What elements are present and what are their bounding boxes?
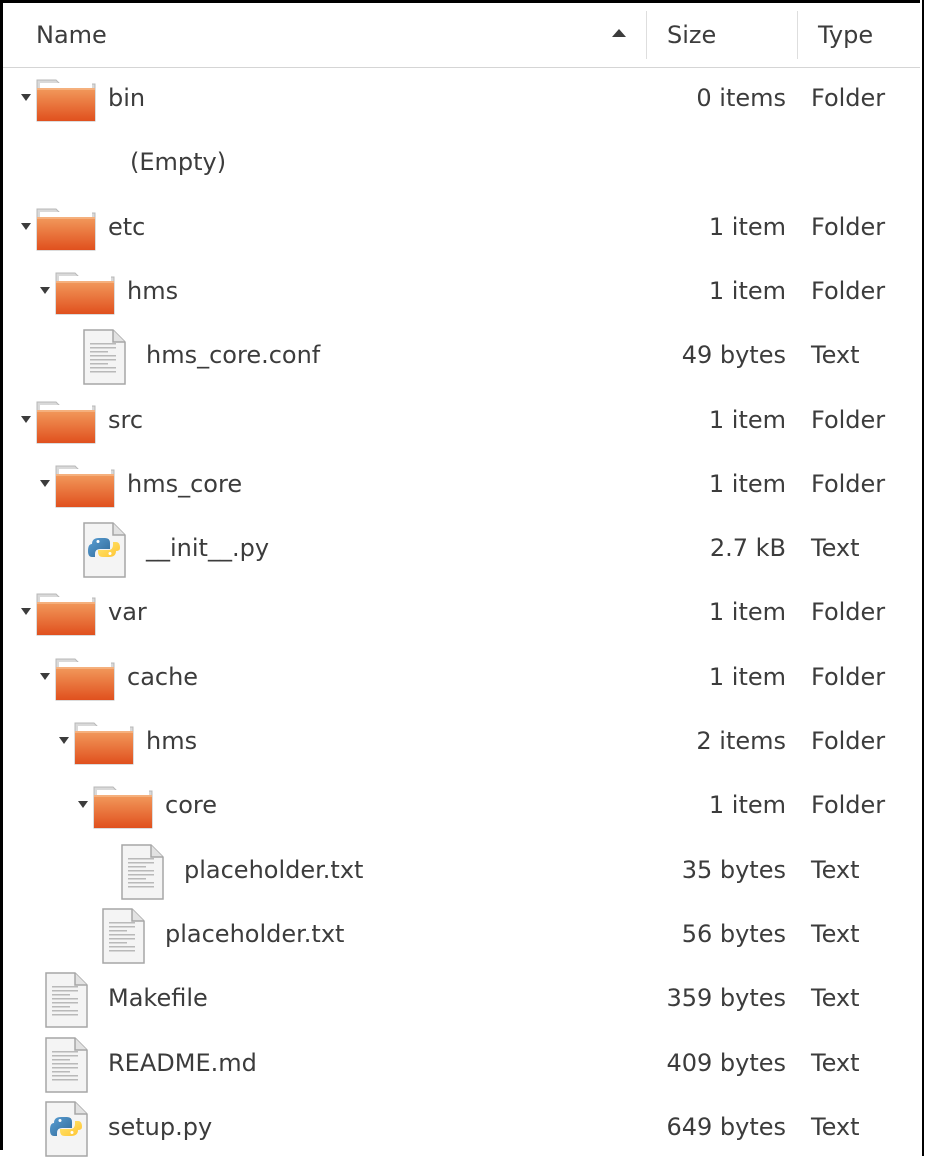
file-size: 2 items [696,727,786,755]
column-header-name[interactable]: Name [36,3,107,67]
file-name: __init__.py [146,534,270,563]
file-size: 1 item [708,276,786,305]
file-name: var [108,598,147,627]
file-name: placeholder.txt [184,855,364,884]
file-type: Text [811,534,860,563]
tree-row[interactable]: core 1 item Folder [3,775,920,839]
folder-icon [36,590,96,640]
file-name: etc [108,212,146,241]
text-file-icon [43,972,89,1032]
file-name: hms_core.conf [146,341,321,370]
python-file-icon [43,1101,89,1161]
tree-row[interactable]: (Empty) [3,132,920,196]
tree-row[interactable]: hms_core 1 item Folder [3,454,920,518]
file-name: hms [127,276,179,305]
file-type: Folder [811,598,886,627]
tree-row[interactable]: bin 0 items Folder [3,68,920,132]
file-size: 0 items [696,84,786,112]
file-name: cache [127,662,199,691]
expander-down-icon[interactable] [21,222,31,230]
file-size: 35 bytes [681,855,786,884]
file-type: Text [811,1112,860,1141]
file-name: src [108,405,144,434]
text-file-icon [100,908,146,968]
empty-placeholder-label: (Empty) [130,148,227,177]
tree-row[interactable]: setup.py 649 bytes Text [3,1097,920,1161]
tree-row[interactable]: var 1 item Folder [3,582,920,646]
folder-icon [36,398,96,448]
file-size: 1 item [708,469,786,498]
file-name: bin [108,84,146,112]
tree-row[interactable]: placeholder.txt 56 bytes Text [3,904,920,968]
file-type: Folder [811,84,886,112]
expander-down-icon[interactable] [40,672,50,680]
text-file-icon [43,1036,89,1097]
file-size: 1 item [708,598,786,627]
file-name: hms [146,727,198,755]
file-size: 359 bytes [666,984,786,1013]
file-size: 2.7 kB [709,534,786,563]
expander-down-icon[interactable] [21,415,31,423]
expander-down-icon[interactable] [59,737,69,744]
file-name: Makefile [108,984,208,1013]
file-type: Folder [811,212,886,241]
file-name: core [165,791,217,820]
text-file-icon [81,329,127,389]
folder-icon [93,783,153,833]
file-size: 649 bytes [666,1112,786,1141]
file-type: Folder [811,405,886,434]
file-size: 409 bytes [666,1048,786,1077]
file-type: Text [811,919,860,948]
folder-icon [36,205,96,255]
tree-row[interactable]: src 1 item Folder [3,390,920,454]
tree-row[interactable]: etc 1 item Folder [3,197,920,261]
expander-down-icon[interactable] [21,94,31,101]
file-type: Folder [811,662,886,691]
tree-row[interactable]: __init__.py 2.7 kB Text [3,518,920,582]
sort-ascending-icon [612,29,626,37]
file-size: 49 bytes [681,341,786,370]
tree-row[interactable]: hms 1 item Folder [3,261,920,325]
folder-icon [36,76,96,126]
folder-icon [55,462,115,512]
file-type: Text [811,341,860,370]
file-type: Text [811,984,860,1013]
text-file-icon [119,843,165,904]
file-name: setup.py [108,1112,213,1141]
expander-down-icon[interactable] [21,608,31,616]
column-header-size[interactable]: Size [667,3,716,67]
file-type: Text [811,855,860,884]
window-frame-right [922,0,924,1156]
expander-down-icon[interactable] [40,286,50,294]
expander-down-icon[interactable] [78,801,88,809]
file-size: 1 item [708,791,786,820]
file-type: Folder [811,276,886,305]
file-size: 1 item [708,212,786,241]
folder-icon [55,655,115,705]
python-file-icon [81,522,127,582]
file-type: Text [811,1048,860,1077]
file-size: 1 item [708,405,786,434]
column-header: Name Size Type [3,3,920,68]
tree-row[interactable]: hms 2 items Folder [3,711,920,775]
folder-icon [55,269,115,319]
file-type: Folder [811,791,886,820]
tree-row[interactable]: README.md 409 bytes Text [3,1033,920,1097]
file-size: 56 bytes [681,919,786,948]
file-name: placeholder.txt [165,919,345,948]
column-separator[interactable] [646,11,647,59]
tree-row[interactable]: hms_core.conf 49 bytes Text [3,325,920,389]
file-type: Folder [811,727,886,755]
tree-row[interactable]: placeholder.txt 35 bytes Text [3,840,920,904]
file-name: hms_core [127,469,243,498]
tree-row[interactable]: cache 1 item Folder [3,647,920,711]
file-size: 1 item [708,662,786,691]
expander-down-icon[interactable] [40,479,50,487]
file-name: README.md [108,1048,257,1077]
column-header-type[interactable]: Type [818,3,873,67]
tree-row[interactable]: Makefile 359 bytes Text [3,968,920,1032]
column-separator[interactable] [797,11,798,59]
file-type: Folder [811,469,886,498]
folder-icon [74,719,134,769]
